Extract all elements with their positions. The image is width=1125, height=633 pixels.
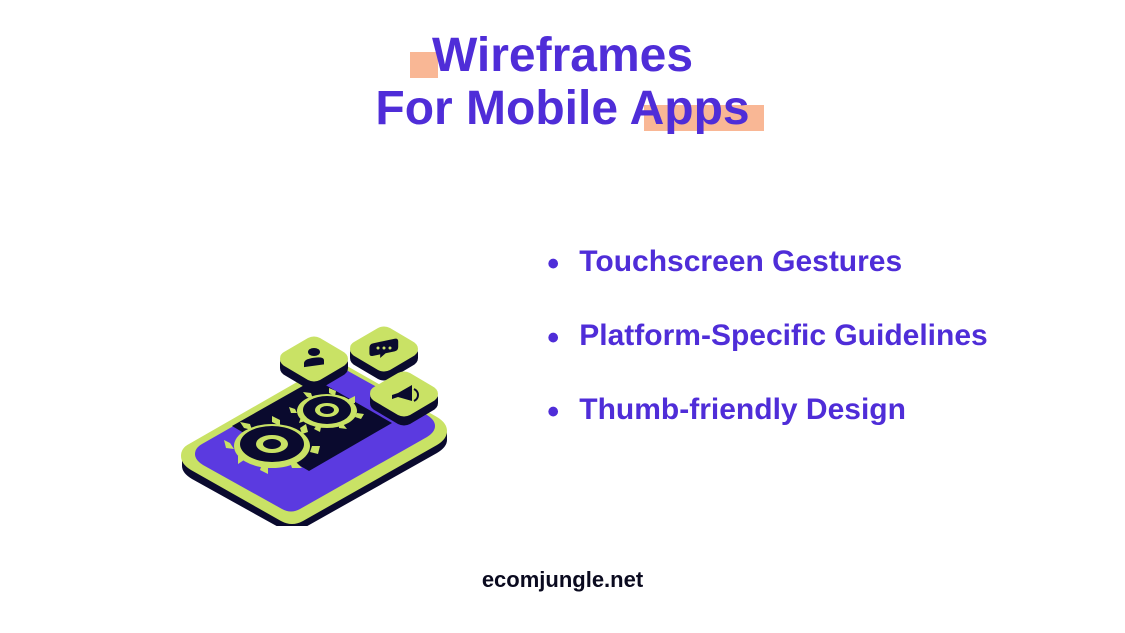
feature-bullet-list: Touchscreen Gestures Platform-Specific G… (547, 245, 987, 467)
page-title-line-1: Wireframes (432, 30, 693, 83)
header: Wireframes For Mobile Apps (0, 0, 1125, 136)
title-line-2-wrap: For Mobile Apps (375, 83, 749, 136)
content-row: Touchscreen Gestures Platform-Specific G… (0, 186, 1125, 526)
title-line-1-wrap: Wireframes (432, 30, 693, 83)
footer-site-label: ecomjungle.net (0, 567, 1125, 593)
bullet-item: Thumb-friendly Design (547, 393, 987, 427)
bullet-item: Platform-Specific Guidelines (547, 319, 987, 353)
phone-isometric-illustration (137, 186, 467, 526)
bullet-item: Touchscreen Gestures (547, 245, 987, 279)
page-title-line-2: For Mobile Apps (375, 83, 749, 136)
